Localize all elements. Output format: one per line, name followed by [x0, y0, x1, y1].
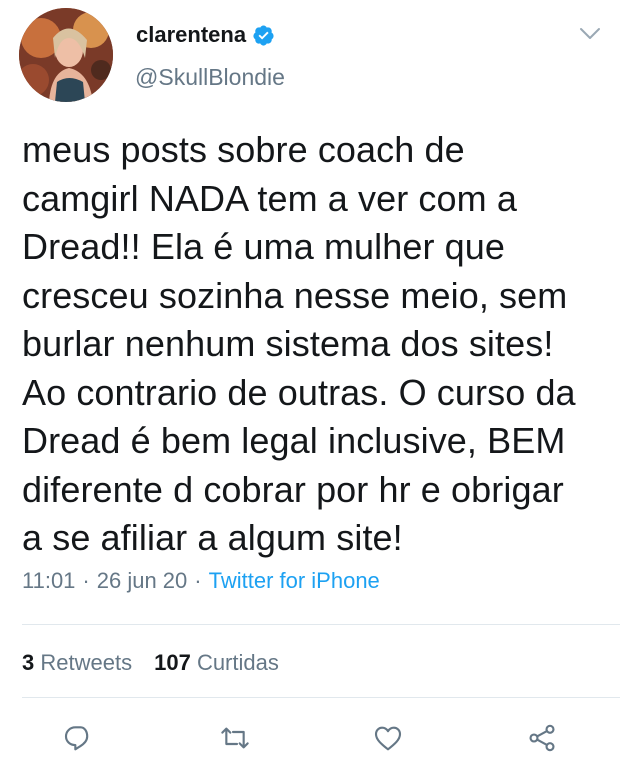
display-name-text: clarentena — [136, 22, 247, 47]
likes-count: 107 — [154, 650, 191, 675]
avatar[interactable] — [19, 8, 113, 102]
tweet-card: clarentena @SkullBlondie meus posts sobr… — [0, 0, 620, 778]
likes-label: Curtidas — [196, 650, 279, 675]
tweet-source-link[interactable]: Twitter for iPhone — [209, 568, 380, 594]
retweet-icon — [221, 727, 249, 749]
tweet-meta: 11:01 · 26 jun 20 · Twitter for iPhone — [22, 568, 380, 594]
retweets-count: 3 — [22, 650, 35, 675]
meta-separator: · — [194, 568, 202, 593]
chevron-down-icon[interactable] — [578, 24, 602, 44]
share-button[interactable] — [522, 718, 562, 758]
verified-badge-icon — [253, 24, 274, 46]
tweet-time[interactable]: 11:01 — [22, 568, 75, 594]
tweet-stats: 3 Retweets 107 Curtidas — [22, 650, 279, 676]
retweets-stat[interactable]: 3 Retweets — [22, 650, 132, 676]
retweets-label: Retweets — [40, 650, 133, 675]
share-icon — [529, 724, 555, 752]
divider — [22, 624, 620, 625]
divider — [22, 697, 620, 698]
retweet-button[interactable] — [215, 718, 255, 758]
user-handle[interactable]: @SkullBlondie — [135, 64, 285, 91]
like-button[interactable] — [368, 718, 408, 758]
heart-icon — [374, 726, 402, 751]
tweet-text: meus posts sobre coach de camgirl NADA t… — [22, 129, 576, 558]
action-bar — [0, 718, 620, 768]
reply-button[interactable] — [58, 718, 98, 758]
tweet-date[interactable]: 26 jun 20 — [97, 568, 188, 594]
likes-stat[interactable]: 107 Curtidas — [154, 650, 279, 676]
display-name[interactable]: clarentena — [136, 22, 275, 48]
avatar-photo — [19, 8, 113, 102]
reply-icon — [64, 726, 89, 751]
meta-separator: · — [82, 568, 90, 593]
